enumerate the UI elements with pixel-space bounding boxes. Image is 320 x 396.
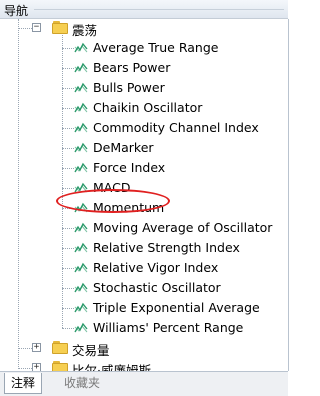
tree-folder-volumes[interactable]: + 交易量 (0, 338, 286, 358)
tab-notes[interactable]: 注释 (4, 373, 43, 394)
tree-item-label: Triple Exponential Average (93, 300, 260, 315)
tree-item-label: Average True Range (93, 40, 219, 55)
indicator-icon (74, 162, 88, 173)
tree-connector (62, 168, 74, 169)
tree-item-label: Relative Strength Index (93, 240, 240, 255)
tree-item-commodity-channel-index[interactable]: Commodity Channel Index (0, 118, 286, 138)
tree-item-label: Commodity Channel Index (93, 120, 259, 135)
tab-favorites[interactable]: 收藏夹 (58, 373, 106, 393)
indicator-icon (74, 242, 88, 253)
tree-item-force-index[interactable]: Force Index (0, 158, 286, 178)
tree-item-stochastic-oscillator[interactable]: Stochastic Oscillator (0, 278, 286, 298)
folder-label: 震荡 (72, 23, 98, 38)
indicator-icon (74, 262, 88, 273)
expand-icon[interactable]: + (32, 343, 41, 352)
tree-connector (62, 288, 74, 289)
tree-item-label: Chaikin Oscillator (93, 100, 203, 115)
indicator-icon (74, 42, 88, 53)
tree-item-demarker[interactable]: DeMarker (0, 138, 286, 158)
indicator-icon (74, 122, 88, 133)
panel-header: 导航 (0, 0, 288, 19)
tree-connector (62, 308, 74, 309)
tree-item-label: DeMarker (93, 140, 154, 155)
tree-connector (62, 268, 74, 269)
tree-item-triple-exponential-average[interactable]: Triple Exponential Average (0, 298, 286, 318)
tree-folder-oscillators[interactable]: − 震荡 (0, 19, 286, 38)
tree-connector (62, 248, 74, 249)
tree-item-relative-vigor-index[interactable]: Relative Vigor Index (0, 258, 286, 278)
tree-connector (62, 328, 74, 329)
folder-icon (52, 361, 68, 371)
indicator-icon (74, 82, 88, 93)
tree-item-label: Force Index (93, 160, 166, 175)
folder-icon (52, 21, 68, 34)
highlight-ellipse (56, 189, 170, 213)
tree-connector (62, 48, 74, 49)
indicator-icon (74, 102, 88, 113)
tree-item-bulls-power[interactable]: Bulls Power (0, 78, 286, 98)
tree-item-average-true-range[interactable]: Average True Range (0, 38, 286, 58)
tree-connector (62, 188, 74, 189)
indicator-icon (74, 222, 88, 233)
tree-item-label: Bulls Power (93, 80, 165, 95)
header-rule (34, 9, 284, 10)
indicator-icon (74, 282, 88, 293)
tree-item-moving-average-of-oscillator[interactable]: Moving Average of Oscillator (0, 218, 286, 238)
navigator-tree[interactable]: − 震荡 Average True Range Bears Power Bull… (0, 19, 289, 371)
indicator-icon (74, 322, 88, 333)
folder-label: 交易量 (72, 343, 110, 358)
tree-item-relative-strength-index[interactable]: Relative Strength Index (0, 238, 286, 258)
tree-item-bears-power[interactable]: Bears Power (0, 58, 286, 78)
tree-connector (62, 108, 74, 109)
expand-icon[interactable]: + (32, 363, 41, 371)
tree-item-label: Bears Power (93, 60, 171, 75)
tree-item-chaikin-oscillator[interactable]: Chaikin Oscillator (0, 98, 286, 118)
tree-item-label: Relative Vigor Index (93, 260, 219, 275)
panel-title: 导航 (4, 4, 29, 18)
folder-label: 比尔·威廉姆斯 (72, 363, 151, 371)
folder-icon (52, 341, 68, 354)
tree-connector (62, 228, 74, 229)
tree-item-label: Williams' Percent Range (93, 320, 244, 335)
tree-folder-bill-williams[interactable]: + 比尔·威廉姆斯 (0, 358, 286, 371)
indicator-icon (74, 142, 88, 153)
collapse-icon[interactable]: − (32, 23, 41, 32)
indicator-icon (74, 302, 88, 313)
tree-connector (62, 68, 74, 69)
tree-item-label: Stochastic Oscillator (93, 280, 221, 295)
tree-item-label: Moving Average of Oscillator (93, 220, 273, 235)
tree-connector (62, 128, 74, 129)
bottom-tab-bar: 注释 收藏夹 (0, 371, 288, 396)
tree-connector (62, 148, 74, 149)
indicator-icon (74, 62, 88, 73)
tree-item-williams-percent-range[interactable]: Williams' Percent Range (0, 318, 286, 338)
tree-connector (62, 88, 74, 89)
